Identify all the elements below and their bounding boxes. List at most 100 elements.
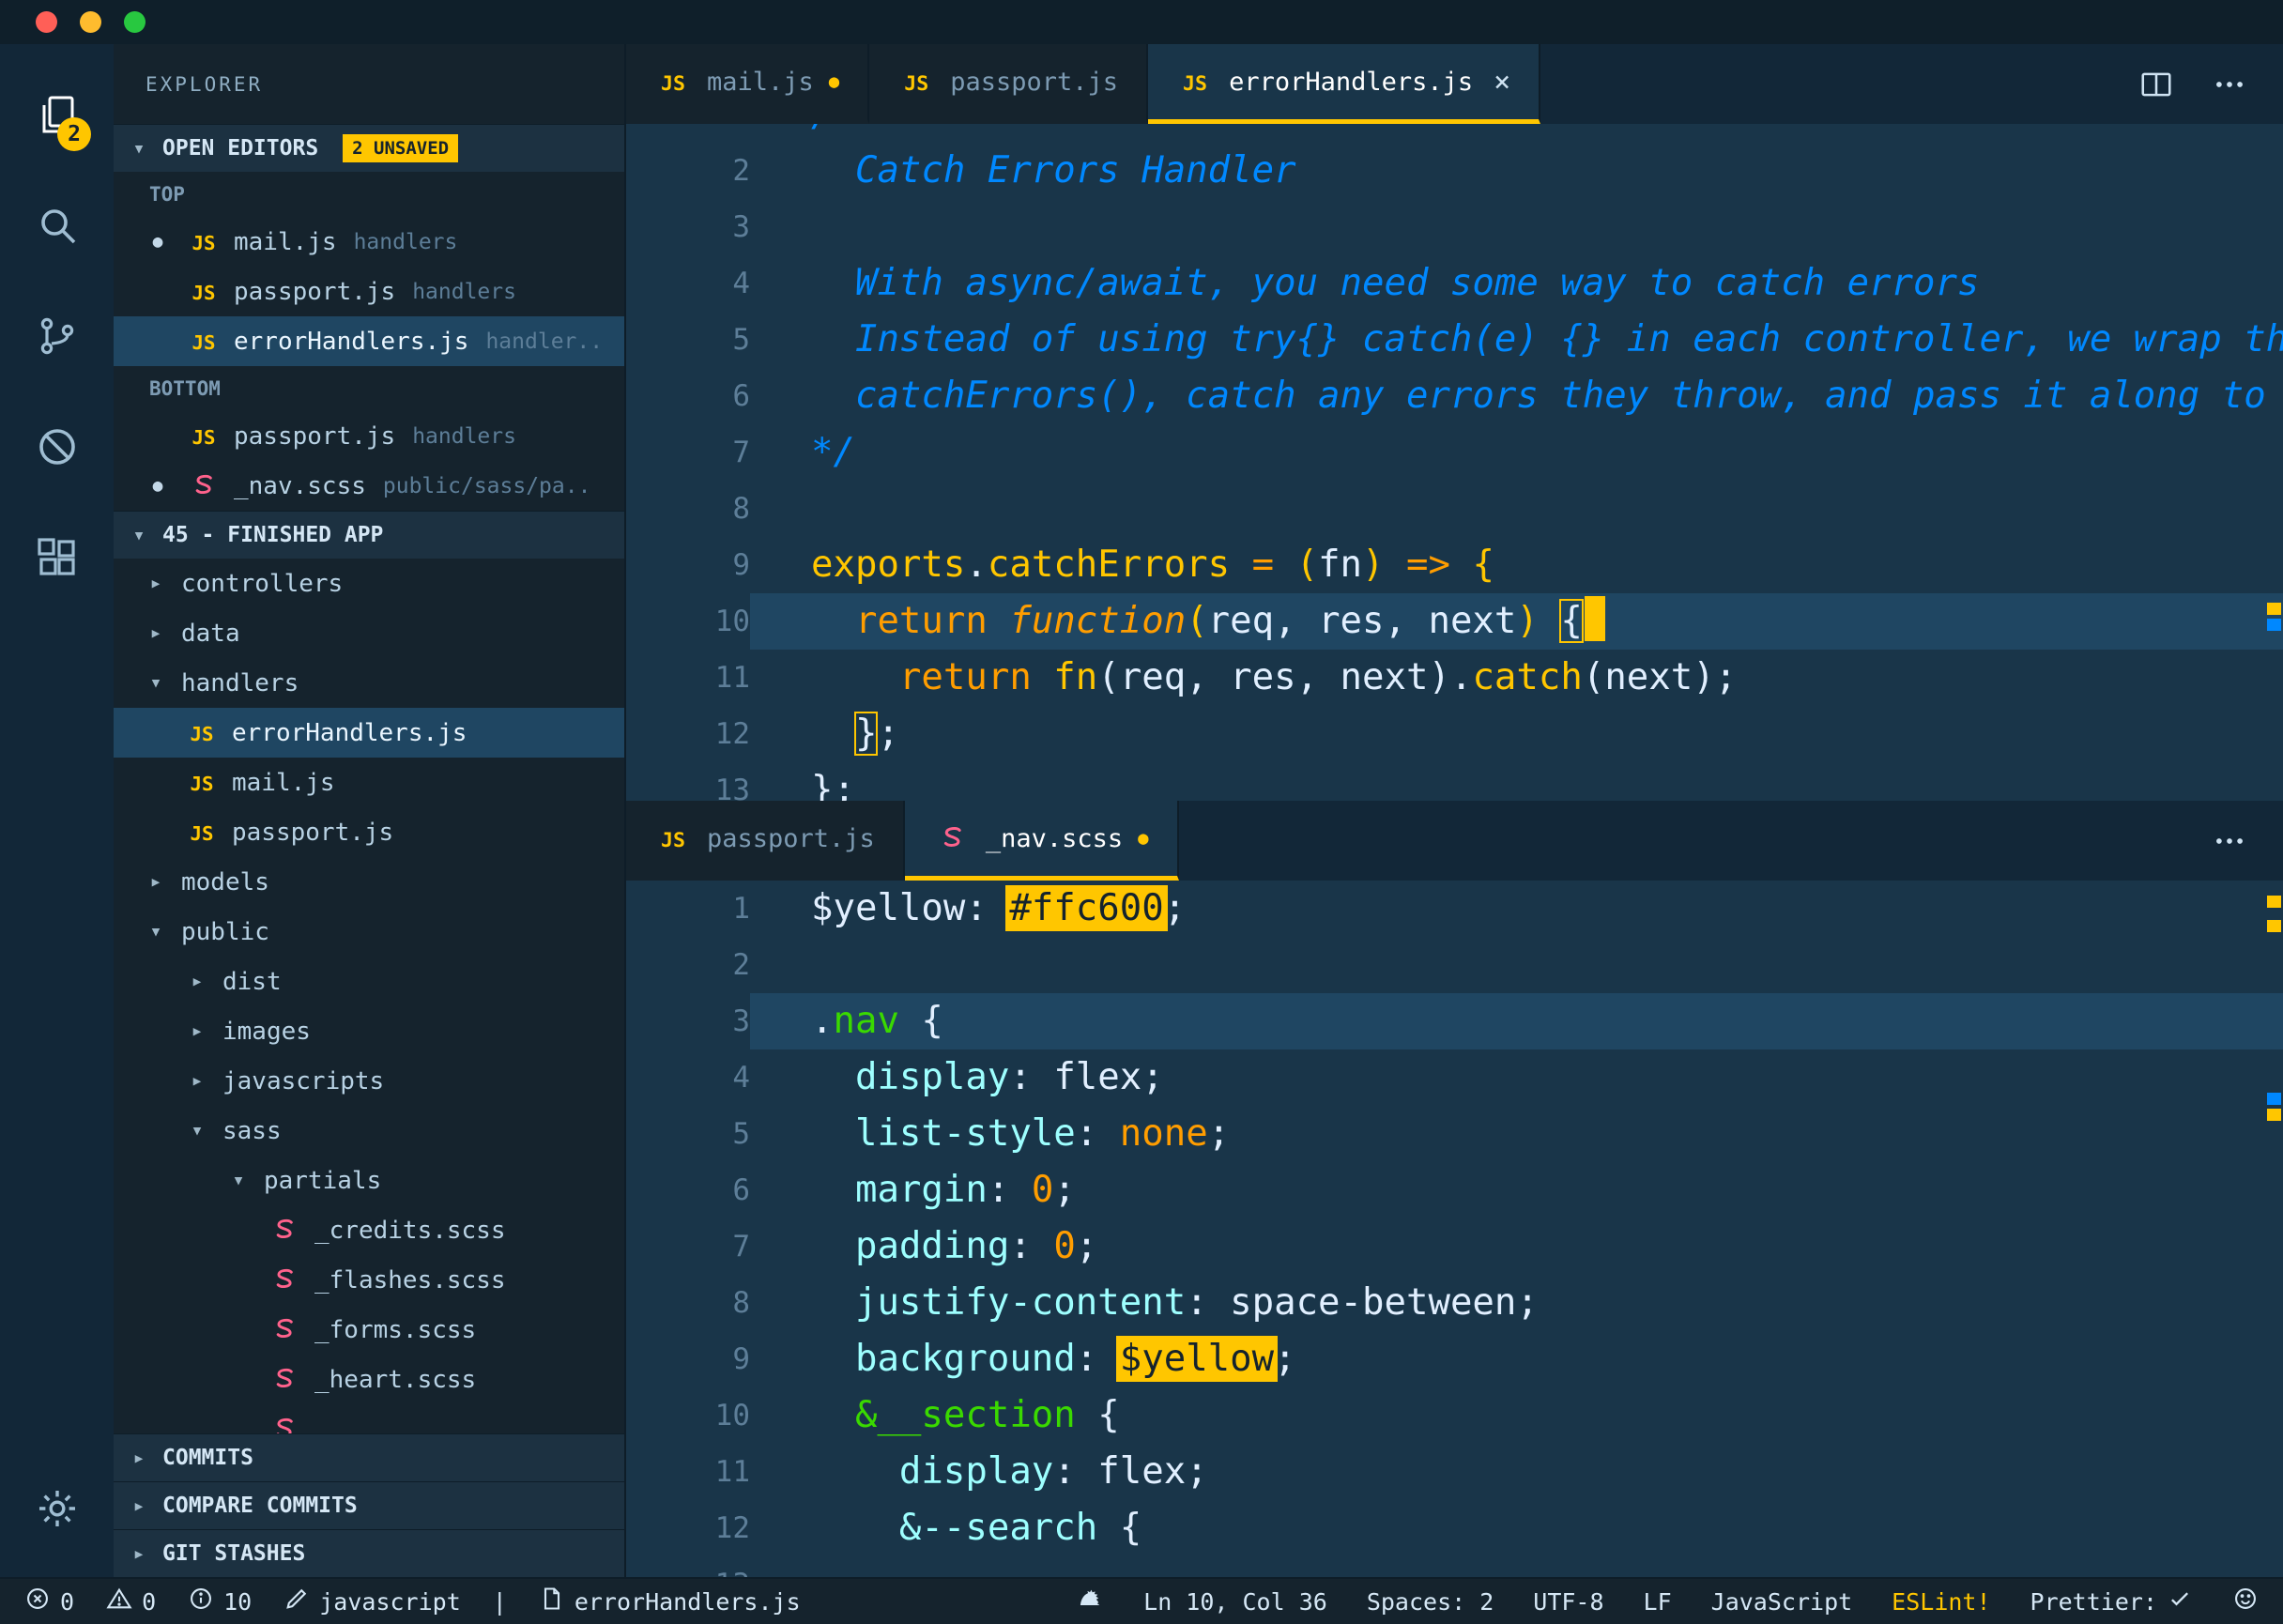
open-editor-item[interactable]: JS passport.js handlers <box>114 411 624 461</box>
line-number: 10 <box>714 605 750 638</box>
line-number: 2 <box>732 948 750 982</box>
status-bar-left: 0 0 10 javascript | errorHandlers.js <box>24 1586 801 1617</box>
status-cursor-position[interactable]: Ln 10, Col 36 <box>1143 1588 1327 1616</box>
source-control-icon[interactable] <box>0 281 114 391</box>
tree-folder[interactable]: ▾ handlers <box>114 658 624 708</box>
js-file-icon: JS <box>192 231 216 254</box>
tree-folder[interactable]: ▸ controllers <box>114 559 624 608</box>
tree-file[interactable]: _heart.scss <box>114 1355 624 1404</box>
status-separator[interactable]: | <box>493 1588 507 1616</box>
minimize-window-button[interactable] <box>80 11 101 33</box>
extensions-icon[interactable] <box>0 502 114 613</box>
tab-errorHandlers.js[interactable]: JS errorHandlers.js × <box>1148 44 1541 124</box>
item-label: models <box>181 867 269 896</box>
line-content: display: flex; <box>898 1450 1208 1493</box>
status-eol[interactable]: LF <box>1644 1588 1672 1616</box>
close-icon[interactable]: × <box>1494 66 1510 99</box>
tree-folder[interactable]: ▸ models <box>114 857 624 907</box>
tab-passport.js[interactable]: JS passport.js <box>626 801 905 881</box>
vscode-window: 2 EXPLORER ▾ OPEN EDITORS 2 UNSAVED TOP ●… <box>0 0 2283 1624</box>
line-content: $yellow: #ffc600; <box>811 885 1187 931</box>
tree-file[interactable] <box>114 1404 624 1433</box>
tree-folder[interactable]: ▸ data <box>114 608 624 658</box>
status-language-mode[interactable]: JavaScript <box>1711 1588 1853 1616</box>
tree-folder[interactable]: ▾ partials <box>114 1156 624 1205</box>
tree-file[interactable]: _forms.scss <box>114 1305 624 1355</box>
status-errors[interactable]: 0 <box>24 1586 74 1617</box>
open-editor-item[interactable]: JS errorHandlers.js handler.. <box>114 316 624 366</box>
open-editors-group-label: BOTTOM <box>149 377 221 400</box>
status-warnings[interactable]: 0 <box>106 1586 156 1617</box>
status-eslint[interactable]: ESLint! <box>1892 1588 1990 1616</box>
tree-file[interactable]: JS mail.js <box>114 758 624 807</box>
code-editor[interactable]: 1 $yellow: #ffc600; 2 3 .nav {4 display: fle… <box>626 881 2283 1577</box>
code-editor[interactable]: 1/*2 Catch Errors Handler34 With async/a… <box>626 124 2283 801</box>
tree-folder[interactable]: ▾ public <box>114 907 624 957</box>
item-label: images <box>222 1017 311 1046</box>
line-content: return function(req, res, next) { <box>750 593 2283 650</box>
js-file-icon: JS <box>190 772 214 795</box>
code-line: 12 &--search { <box>626 1500 2283 1556</box>
code-line: 5 Instead of using try{} catch(e) {} in … <box>626 312 2283 368</box>
more-icon[interactable] <box>2212 67 2247 102</box>
tree-folder[interactable]: ▸ javascripts <box>114 1056 624 1106</box>
warning-icon <box>106 1586 132 1617</box>
open-editor-item[interactable]: ● _nav.scss public/sass/pa.. <box>114 461 624 511</box>
open-editor-item[interactable]: ● JS mail.js handlers <box>114 217 624 267</box>
file-path-detail: handlers <box>412 423 516 449</box>
project-section-header[interactable]: ▾ 45 - FINISHED APP <box>114 511 624 559</box>
explorer-title: EXPLORER <box>146 72 264 96</box>
open-editors-header[interactable]: ▾ OPEN EDITORS 2 UNSAVED <box>114 124 624 172</box>
tree-folder[interactable]: ▸ dist <box>114 957 624 1006</box>
status-encoding[interactable]: UTF-8 <box>1533 1588 1603 1616</box>
open-editor-item[interactable]: JS passport.js handlers <box>114 267 624 316</box>
code-line: 3 .nav { <box>626 993 2283 1049</box>
section-label: GIT STASHES <box>162 1541 306 1566</box>
file-name: _nav.scss <box>234 471 366 500</box>
close-window-button[interactable] <box>36 11 57 33</box>
tree-file[interactable]: _flashes.scss <box>114 1255 624 1305</box>
line-number: 5 <box>732 1117 750 1151</box>
zoom-window-button[interactable] <box>124 11 146 33</box>
tab-bar: JS mail.js ● JS passport.js JS errorHandlers.j… <box>626 44 2283 124</box>
code-line: 13 <box>626 1556 2283 1577</box>
overview-ruler-mark <box>2267 896 2281 908</box>
code-line: 11 return fn(req, res, next).catch(next)… <box>626 650 2283 706</box>
status-scope-language[interactable]: javascript <box>283 1586 461 1617</box>
tab-_nav.scss[interactable]: _nav.scss ● <box>904 801 1179 881</box>
activity-bar-bottom <box>0 1453 114 1564</box>
overview-ruler-mark <box>2267 603 2281 615</box>
tree-file[interactable]: JS passport.js <box>114 807 624 857</box>
split-editor-icon[interactable] <box>2138 67 2174 102</box>
info-icon <box>188 1586 214 1617</box>
code-line: 11 display: flex; <box>626 1444 2283 1500</box>
section-git-stashes[interactable]: ▸ GIT STASHES <box>114 1529 624 1577</box>
code-line: 8 justify-content: space-between; <box>626 1275 2283 1331</box>
section-compare-commits[interactable]: ▸ COMPARE COMMITS <box>114 1481 624 1529</box>
tab-mail.js[interactable]: JS mail.js ● <box>626 44 870 124</box>
tree-file[interactable]: _credits.scss <box>114 1205 624 1255</box>
tree-folder[interactable]: ▾ sass <box>114 1106 624 1156</box>
search-icon[interactable] <box>0 170 114 281</box>
line-content: &--search { <box>898 1507 1142 1549</box>
debug-disabled-icon[interactable] <box>0 391 114 502</box>
status-indentation[interactable]: Spaces: 2 <box>1367 1588 1494 1616</box>
tree-file[interactable]: JS errorHandlers.js <box>114 708 624 758</box>
status-label: UTF-8 <box>1533 1587 1604 1616</box>
status-infos[interactable]: 10 <box>188 1586 252 1617</box>
error-icon <box>24 1586 51 1617</box>
status-label: ESLint! <box>1892 1587 1991 1616</box>
status-feedback[interactable] <box>2232 1586 2259 1617</box>
status-prettier[interactable]: Prettier: <box>2030 1586 2193 1617</box>
tab-passport.js[interactable]: JS passport.js <box>869 44 1149 124</box>
more-icon[interactable] <box>2212 823 2247 859</box>
code-line: 3 <box>626 199 2283 255</box>
code-line: 9 exports.catchErrors = (fn) => { <box>626 537 2283 593</box>
status-active-file[interactable]: errorHandlers.js <box>539 1586 801 1617</box>
line-content: &__section { <box>854 1394 1120 1436</box>
section-commits[interactable]: ▸ COMMITS <box>114 1433 624 1481</box>
tree-folder[interactable]: ▸ images <box>114 1006 624 1056</box>
status-pet[interactable] <box>1078 1586 1104 1617</box>
explorer-icon[interactable]: 2 <box>0 59 114 170</box>
settings-icon[interactable] <box>0 1453 114 1564</box>
